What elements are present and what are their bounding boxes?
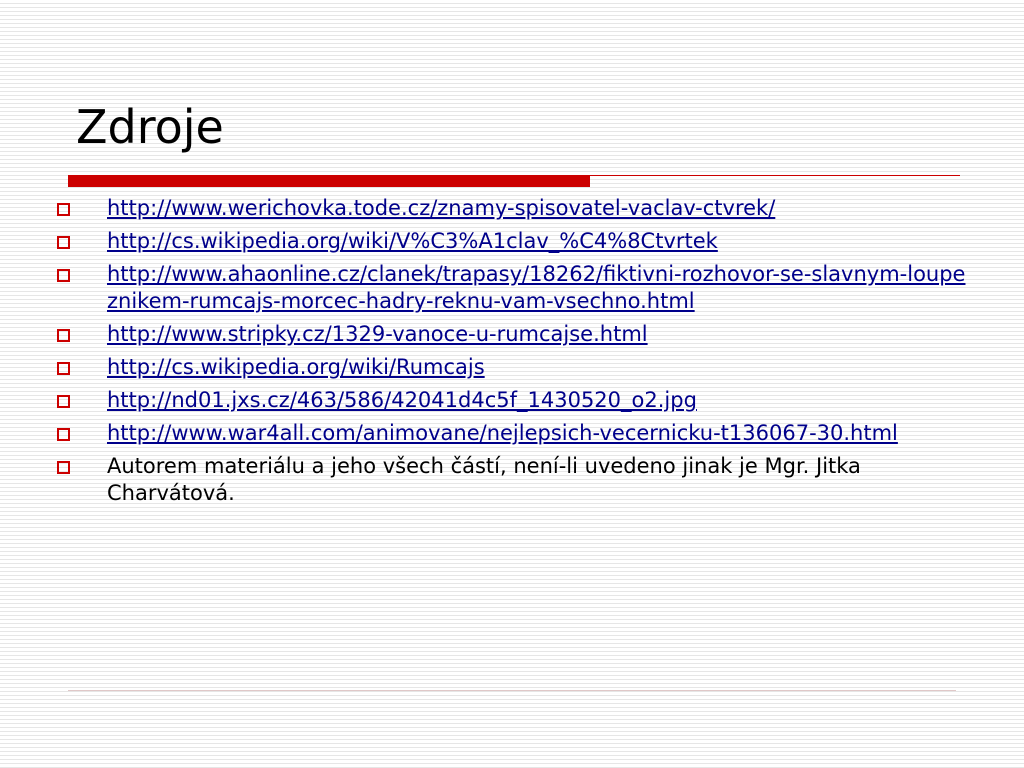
source-link[interactable]: http://cs.wikipedia.org/wiki/V%C3%A1clav… [107, 229, 718, 253]
list-item: http://www.werichovka.tode.cz/znamy-spis… [50, 195, 975, 222]
source-link[interactable]: http://www.war4all.com/animovane/nejleps… [107, 421, 898, 445]
source-link[interactable]: http://www.werichovka.tode.cz/znamy-spis… [107, 196, 775, 220]
list-item: http://www.ahaonline.cz/clanek/trapasy/1… [50, 261, 975, 315]
hollow-square-icon [57, 395, 70, 408]
title-underline-thick [68, 175, 590, 187]
list-item: http://www.stripky.cz/1329-vanoce-u-rumc… [50, 321, 975, 348]
author-note: Autorem materiálu a jeho všech částí, ne… [107, 454, 861, 505]
source-link[interactable]: http://nd01.jxs.cz/463/586/42041d4c5f_14… [107, 388, 697, 412]
title-underline-thin [590, 175, 960, 176]
hollow-square-icon [57, 236, 70, 249]
hollow-square-icon [57, 203, 70, 216]
hollow-square-icon [57, 362, 70, 375]
hollow-square-icon [57, 269, 70, 282]
hollow-square-icon [57, 329, 70, 342]
list-item: http://cs.wikipedia.org/wiki/Rumcajs [50, 354, 975, 381]
source-link[interactable]: http://www.ahaonline.cz/clanek/trapasy/1… [107, 262, 965, 313]
hollow-square-icon [57, 428, 70, 441]
list-item: http://cs.wikipedia.org/wiki/V%C3%A1clav… [50, 228, 975, 255]
list-item: http://www.war4all.com/animovane/nejleps… [50, 420, 975, 447]
list-item: Autorem materiálu a jeho všech částí, ne… [50, 453, 975, 507]
list-item: http://nd01.jxs.cz/463/586/42041d4c5f_14… [50, 387, 975, 414]
hollow-square-icon [57, 461, 70, 474]
page-title: Zdroje [76, 100, 224, 154]
source-link[interactable]: http://www.stripky.cz/1329-vanoce-u-rumc… [107, 322, 648, 346]
sources-list: http://www.werichovka.tode.cz/znamy-spis… [50, 195, 975, 513]
source-link[interactable]: http://cs.wikipedia.org/wiki/Rumcajs [107, 355, 485, 379]
footer-divider [68, 690, 956, 691]
